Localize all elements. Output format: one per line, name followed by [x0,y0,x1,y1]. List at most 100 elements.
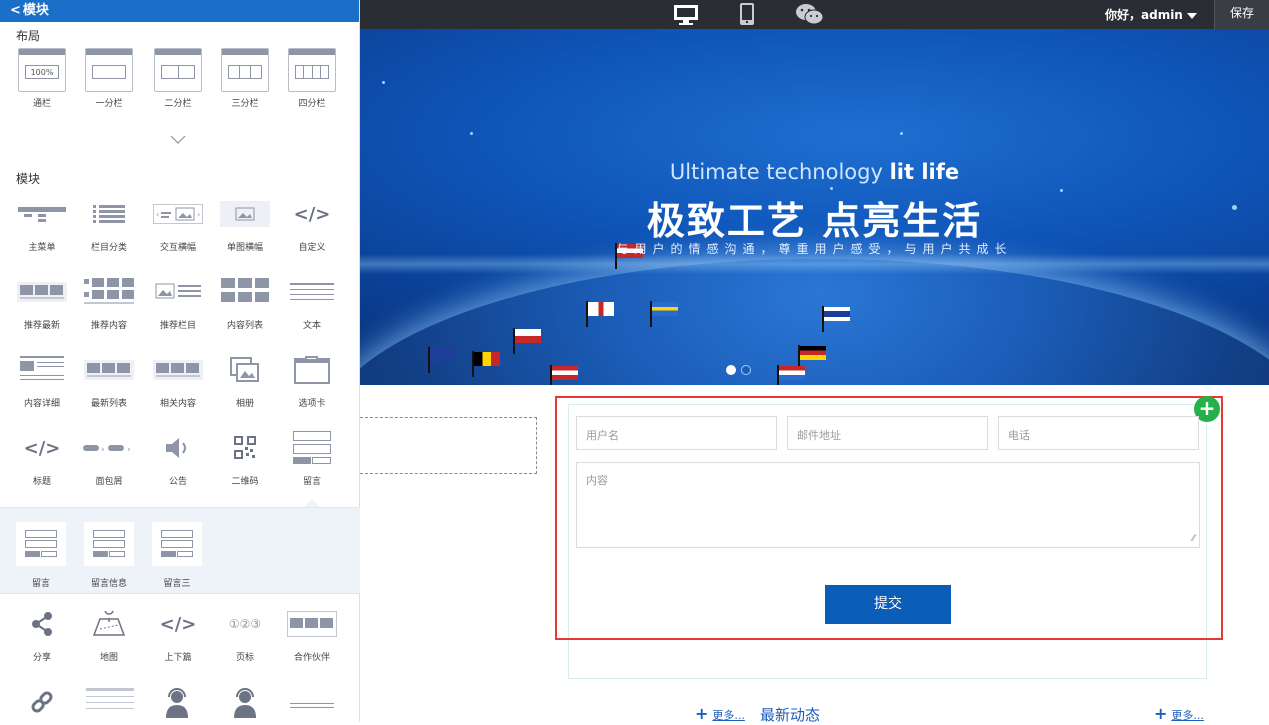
module-tile-tabs[interactable]: 选项卡 [284,348,340,409]
more-link-right[interactable]: + 更多... [1154,704,1204,723]
module-tile-breadcrumb[interactable]: › › 面包屑 [81,426,137,487]
layout-tile-one-column[interactable]: 一分栏 [81,44,137,109]
module-label: 上下篇 [164,653,192,663]
subpanel-pointer [304,499,320,507]
submit-button[interactable]: 提交 [825,585,951,624]
text-icon [290,283,334,300]
module-tile-share[interactable]: 分享 [14,602,70,663]
layout-tile-full[interactable]: 100% 通栏 [14,44,70,109]
content-textarea[interactable]: 内容 ⁄⁄ [576,462,1200,548]
link-module-tile[interactable] [28,688,56,720]
module-tile-column-category[interactable]: 栏目分类 [81,192,137,253]
plus-icon: + [1154,704,1168,723]
image-grid-icon [17,282,67,302]
module-tile-recommend-column[interactable]: 推荐栏目 [150,270,206,331]
module-label: 交互横幅 [159,243,196,253]
tabs-icon [294,356,330,384]
module-tile-prev-next[interactable]: </> 上下篇 [150,602,206,664]
variant-message[interactable]: 留言 [16,522,66,589]
module-tile-custom[interactable]: </> 自定义 [284,192,340,254]
username-field[interactable]: 用户名 [576,416,777,450]
phone-placeholder: 电话 [1008,429,1030,442]
wechat-icon [796,4,824,25]
module-tile-related-content[interactable]: 相关内容 [150,348,206,409]
module-label: 自定义 [298,243,326,253]
hero-title: 极致工艺 点亮生活 [646,199,983,243]
phone-field[interactable]: 电话 [998,416,1199,450]
customer-service-module-tile[interactable] [164,688,190,722]
module-tile-interactive-banner[interactable]: ‹ › 交互横幅 [150,192,206,253]
divider-module-tile[interactable] [290,696,334,715]
carousel-dot[interactable] [741,365,751,375]
resize-grip-icon[interactable]: ⁄⁄ [1192,534,1195,544]
map-icon [92,611,126,636]
layout-tile-two-column[interactable]: 二分栏 [150,44,206,109]
content-detail-icon [20,356,64,380]
image-banner-icon [220,201,270,227]
empty-drop-zone[interactable] [360,417,537,474]
expand-layouts-button[interactable] [170,130,186,149]
module-label: 相册 [235,399,254,409]
menu-icon [18,207,66,222]
pagination-icon: ①②③ [228,617,262,631]
module-tile-title[interactable]: </> 标题 [14,426,70,488]
module-tile-single-banner[interactable]: 单图横幅 [217,192,273,253]
svg-text:‹: ‹ [156,210,159,219]
module-label: 合作伙伴 [293,653,330,663]
module-tile-content-list[interactable]: 内容列表 [217,270,273,331]
layout-tile-label: 四分栏 [298,99,326,109]
table-module-tile[interactable] [86,688,134,718]
module-tile-qrcode[interactable]: 二维码 [217,426,273,487]
email-placeholder: 邮件地址 [797,429,841,442]
message-form-icon [293,431,331,464]
message-form-icon [93,530,125,557]
module-tile-pagination[interactable]: ①②③ 页标 [217,602,273,663]
message-form-icon [161,530,193,557]
prev-next-icon: </> [159,613,197,635]
more-link-left[interactable]: + 更多... [695,704,745,723]
layout-tile-four-column[interactable]: 四分栏 [284,44,340,109]
email-field[interactable]: 邮件地址 [787,416,988,450]
module-tile-latest-list[interactable]: 最新列表 [81,348,137,409]
layout-two-column-icon [154,44,202,92]
module-tile-recommend-latest[interactable]: 推荐最新 [14,270,70,331]
module-tile-recommend-content[interactable]: 推荐内容 [81,270,137,331]
module-label: 面包屑 [95,477,123,487]
message-form-icon [25,530,57,557]
panel-back-button[interactable]: < 模块 [0,0,359,22]
speaker-icon [166,438,186,458]
module-tile-content-detail[interactable]: 内容详细 [14,348,70,409]
customer-service-module-tile-2[interactable] [232,688,258,722]
module-label: 二维码 [231,477,259,487]
album-icon [230,357,259,382]
module-label: 栏目分类 [90,243,127,253]
wechat-preview-button[interactable] [795,2,825,30]
layout-section-title: 布局 [16,29,41,43]
mobile-preview-button[interactable] [739,2,755,30]
module-tile-message[interactable]: 留言 [284,426,340,487]
carousel-dot-active[interactable] [726,365,736,375]
divider-icon [290,703,334,708]
variant-message-info[interactable]: 留言信息 [84,522,134,589]
related-content-icon [153,360,203,380]
module-tile-partners[interactable]: 合作伙伴 [284,602,340,663]
module-tile-map[interactable]: 地图 [81,602,137,663]
module-tile-notice[interactable]: 公告 [150,426,206,487]
variant-label: 留言三 [163,579,191,589]
save-button[interactable]: 保存 [1214,0,1269,29]
image-list-icon [84,278,134,304]
chevron-down-icon [170,135,186,144]
variant-message-three[interactable]: 留言三 [152,522,202,589]
panel-title: 模块 [22,3,49,18]
username-placeholder: 用户名 [586,429,619,442]
layout-tile-three-column[interactable]: 三分栏 [217,44,273,109]
hero-subtitle: 与用户的情感沟通，尊重用户感受，与用户共成长 [616,242,1013,256]
desktop-preview-button[interactable] [673,4,699,30]
module-tile-text[interactable]: 文本 [284,270,340,331]
breadcrumb-icon: › › [83,445,131,453]
module-label: 分享 [32,653,51,663]
user-menu[interactable]: 你好，admin [1105,6,1197,23]
module-tile-album[interactable]: 相册 [217,348,273,409]
plus-icon: + [1198,396,1216,420]
module-tile-main-menu[interactable]: 主菜单 [14,192,70,253]
